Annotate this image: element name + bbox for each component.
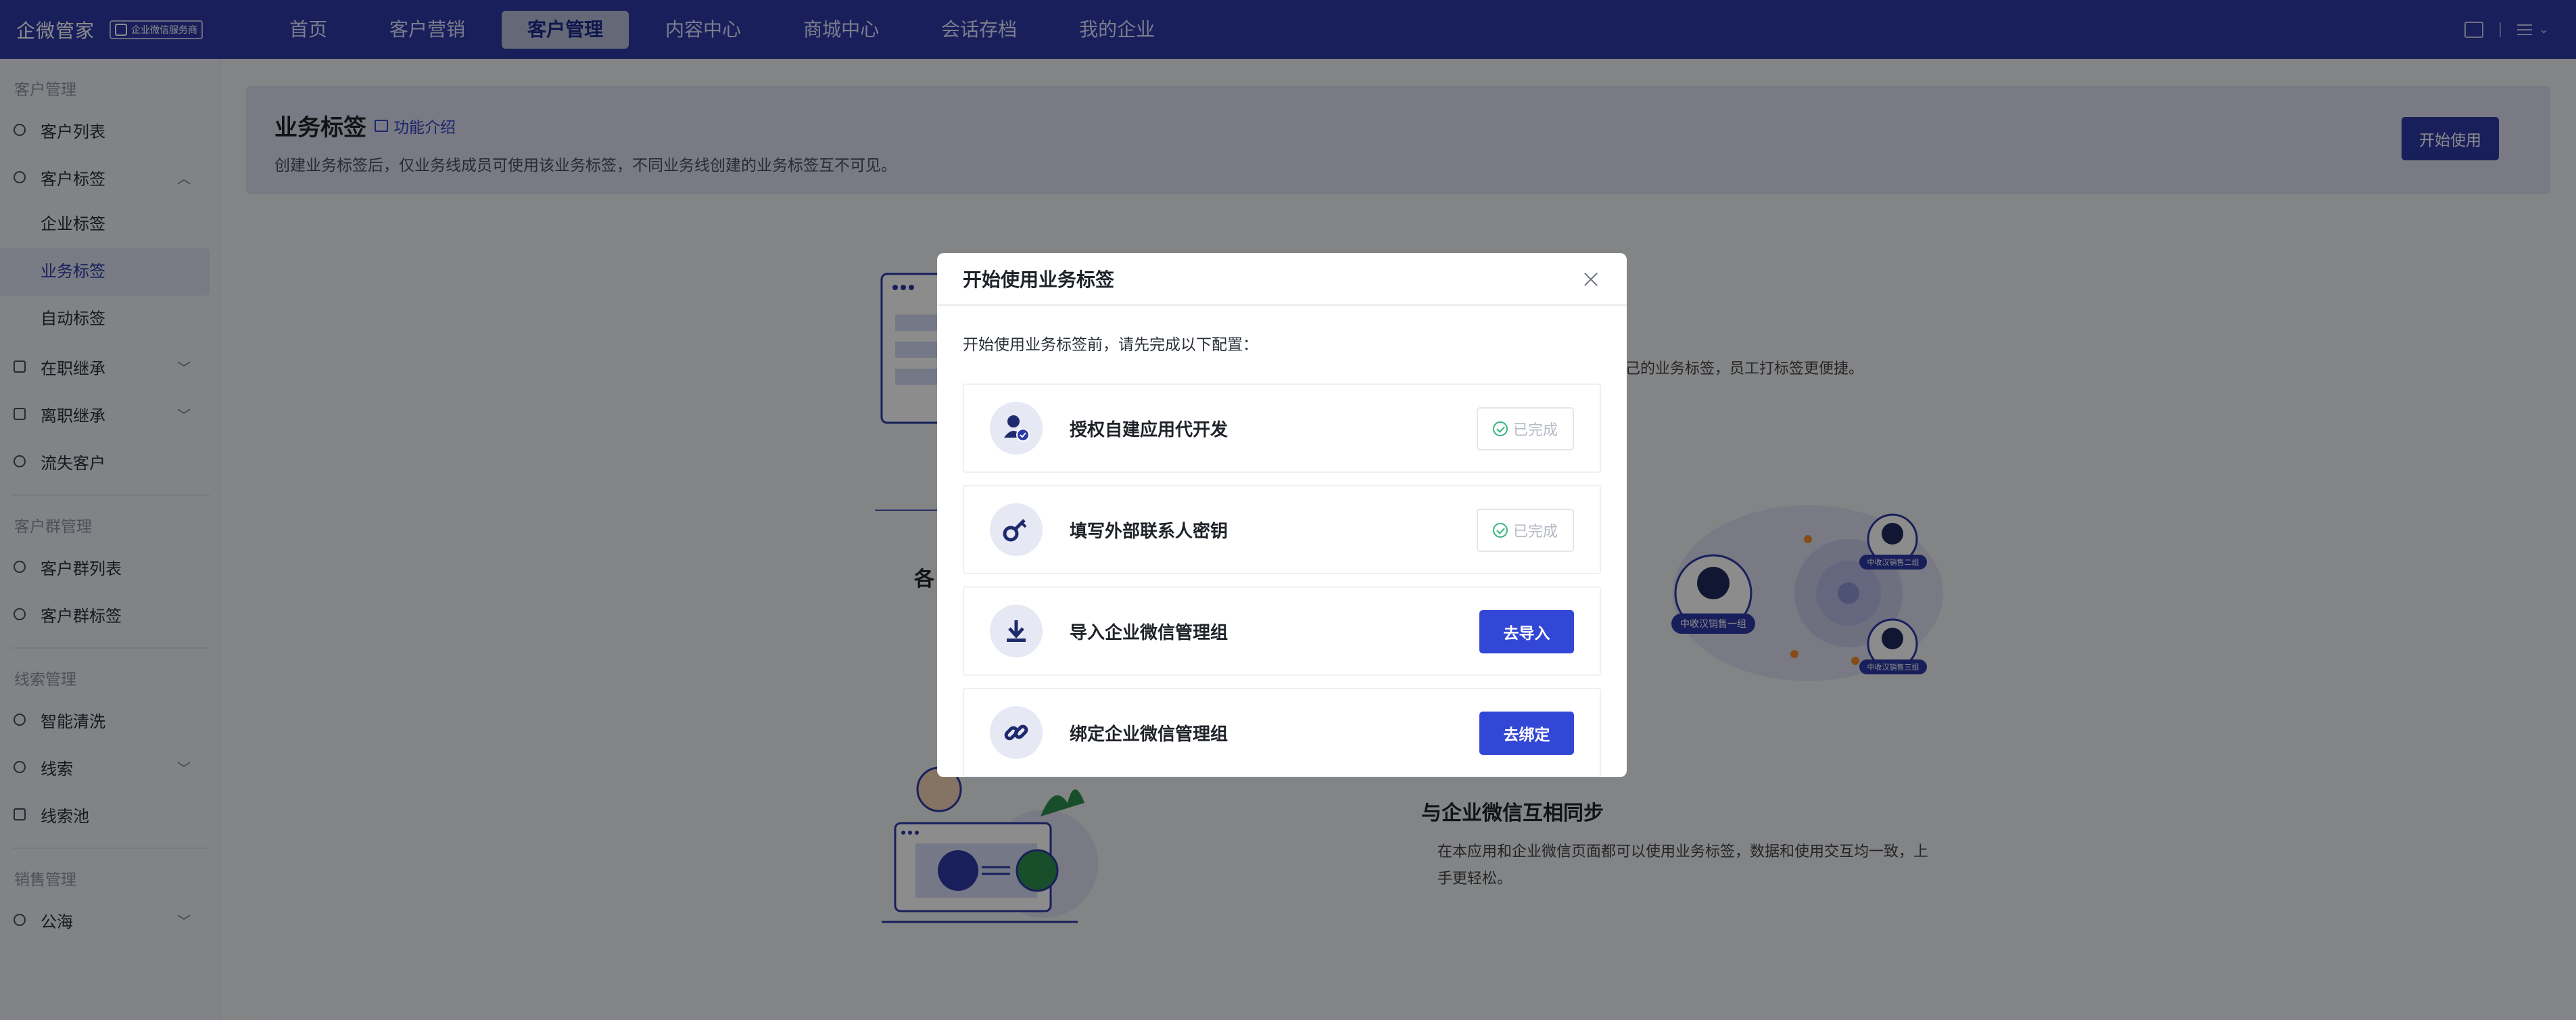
user-check-icon	[990, 402, 1043, 455]
key-icon	[990, 503, 1043, 556]
start-using-business-tags-dialog: 开始使用业务标签 开始使用业务标签前，请先完成以下配置： 授权自建应用代开发 已…	[937, 253, 1627, 777]
step-label: 导入企业微信管理组	[1070, 622, 1229, 643]
step-label: 绑定企业微信管理组	[1070, 723, 1229, 744]
step-completed-status: 已完成	[1477, 509, 1574, 552]
status-label: 已完成	[1512, 523, 1558, 540]
dialog-title: 开始使用业务标签	[963, 269, 1115, 290]
step-label: 填写外部联系人密钥	[1070, 520, 1229, 541]
dialog-header: 开始使用业务标签	[937, 253, 1627, 306]
bind-button[interactable]: 去绑定	[1479, 712, 1574, 755]
step-label: 授权自建应用代开发	[1070, 419, 1229, 440]
status-label: 已完成	[1512, 421, 1558, 438]
link-icon	[990, 706, 1043, 759]
import-button[interactable]: 去导入	[1479, 610, 1574, 653]
dialog-intro: 开始使用业务标签前，请先完成以下配置：	[963, 335, 1258, 353]
step-completed-status: 已完成	[1477, 407, 1574, 450]
step-import-admin-groups: 导入企业微信管理组 去导入	[963, 586, 1601, 676]
download-icon	[990, 605, 1043, 657]
close-icon[interactable]	[1582, 271, 1600, 288]
step-bind-admin-groups: 绑定企业微信管理组 去绑定	[963, 688, 1601, 777]
check-circle-icon	[1492, 523, 1508, 538]
step-external-contact-secret: 填写外部联系人密钥 已完成	[963, 485, 1601, 574]
check-circle-icon	[1492, 421, 1508, 436]
step-authorize-app: 授权自建应用代开发 已完成	[963, 384, 1601, 473]
